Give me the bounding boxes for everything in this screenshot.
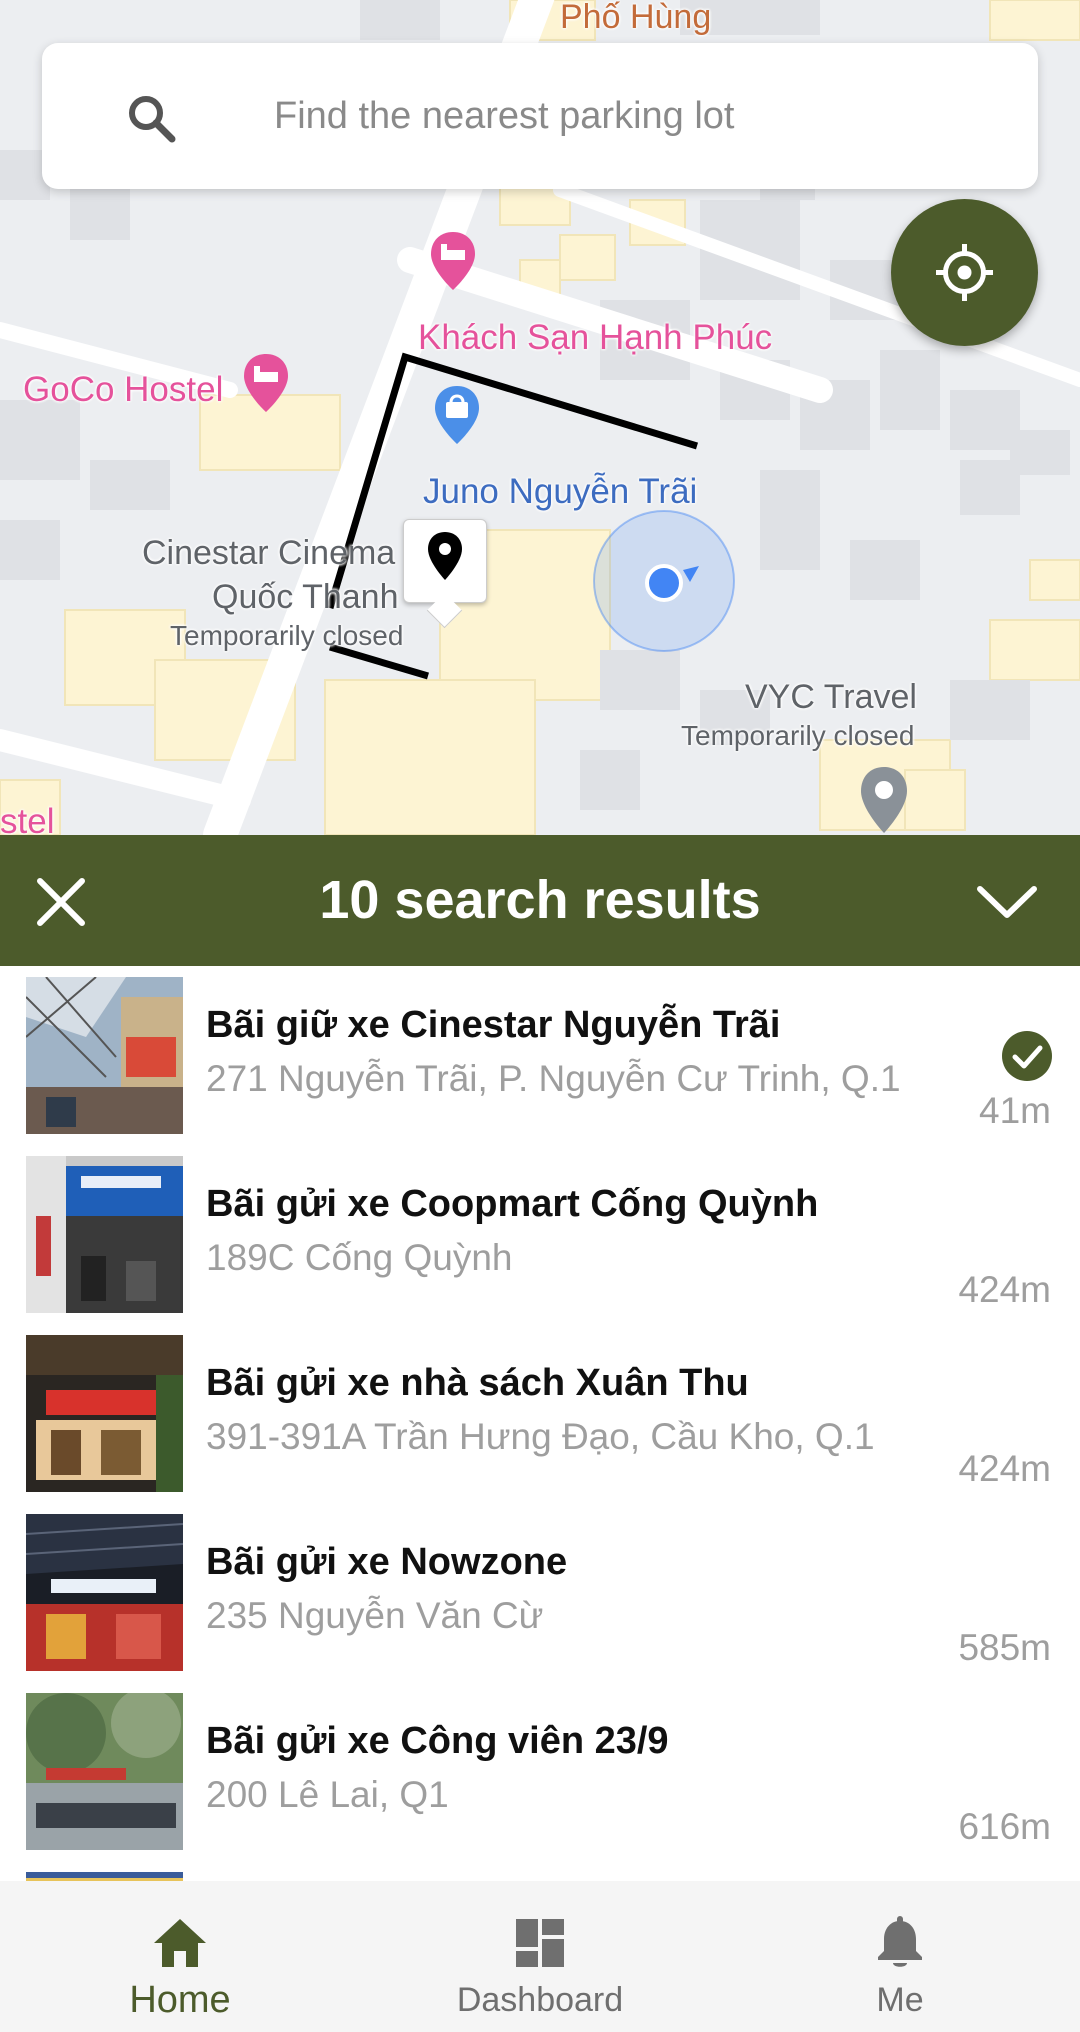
map-label-hotel[interactable]: Khách Sạn Hạnh Phúc — [418, 318, 772, 358]
nav-home-label: Home — [129, 1979, 231, 2021]
map-label-vyc-status: Temporarily closed — [681, 720, 915, 751]
list-item[interactable]: Bãi gửi xe Nowzone 235 Nguyễn Văn Cừ 585… — [0, 1503, 1080, 1682]
map-label-cinestar-line2[interactable]: Quốc Thanh — [212, 578, 399, 617]
parking-thumbnail — [26, 1872, 183, 1881]
parking-name: Bãi gửi xe Coopmart Cống Quỳnh — [206, 1183, 819, 1225]
parking-thumbnail — [26, 1335, 183, 1492]
hostel-pin-icon[interactable] — [241, 352, 291, 414]
list-item[interactable]: Bãi gửi xe Coopmart Cống Quỳnh 189C Cống… — [0, 1145, 1080, 1324]
parking-distance: 41m — [979, 1090, 1051, 1131]
travel-pin-icon[interactable] — [858, 765, 910, 835]
map-view[interactable]: Phố Hùng Khách Sạn Hạnh Phúc GoCo Hostel… — [0, 0, 1080, 835]
search-input[interactable] — [272, 83, 996, 149]
parking-name: Bãi gửi xe nhà sách Xuân Thu — [206, 1362, 749, 1404]
parking-distance: 585m — [958, 1627, 1051, 1668]
results-list[interactable]: Bãi giữ xe Cinestar Nguyễn Trãi 271 Nguy… — [0, 966, 1080, 1881]
parking-thumbnail — [26, 1693, 183, 1850]
search-icon[interactable] — [124, 91, 180, 147]
map-label-hostel-edge: stel — [0, 802, 55, 835]
parking-address: 200 Lê Lai, Q1 — [206, 1774, 449, 1815]
dashboard-icon — [516, 1919, 564, 1967]
nav-me[interactable]: Me — [720, 1881, 1080, 2032]
parking-name: Bãi gửi xe Công viên 23/9 — [206, 1720, 669, 1762]
map-label-juno[interactable]: Juno Nguyễn Trãi — [423, 472, 697, 512]
shopping-pin-icon[interactable] — [432, 384, 482, 446]
results-header: 10 search results — [0, 835, 1080, 966]
list-item[interactable] — [0, 1861, 1080, 1881]
nav-me-label: Me — [876, 1981, 924, 2019]
map-label-cinestar-line1[interactable]: Cinestar Cinema — [142, 534, 395, 573]
chevron-down-icon[interactable] — [972, 871, 1042, 933]
parking-distance: 424m — [958, 1269, 1051, 1310]
check-circle-icon — [1002, 1031, 1052, 1081]
close-icon[interactable] — [30, 871, 92, 933]
parking-thumbnail — [26, 977, 183, 1134]
results-title: 10 search results — [319, 870, 761, 930]
parking-thumbnail — [26, 1514, 183, 1671]
home-icon — [154, 1919, 206, 1967]
hotel-pin-icon[interactable] — [428, 230, 478, 292]
selected-parking-marker[interactable] — [403, 519, 487, 603]
map-label-cinestar-status: Temporarily closed — [170, 620, 404, 651]
parking-name: Bãi gửi xe Nowzone — [206, 1541, 568, 1583]
list-item[interactable]: Bãi gửi xe Công viên 23/9 200 Lê Lai, Q1… — [0, 1682, 1080, 1861]
location-pin-icon — [428, 532, 462, 580]
parking-thumbnail — [26, 1156, 183, 1313]
map-label-vyc-travel[interactable]: VYC Travel — [745, 678, 917, 717]
list-item[interactable]: Bãi gửi xe nhà sách Xuân Thu 391-391A Tr… — [0, 1324, 1080, 1503]
search-bar[interactable] — [42, 43, 1038, 189]
map-label-pho-hung: Phố Hùng — [560, 0, 712, 36]
my-location-button[interactable] — [891, 199, 1038, 346]
parking-distance: 424m — [958, 1448, 1051, 1489]
nav-home[interactable]: Home — [0, 1881, 360, 2032]
bottom-navigation: Home Dashboard Me — [0, 1881, 1080, 2032]
my-location-icon — [936, 244, 993, 301]
parking-address: 271 Nguyễn Trãi, P. Nguyễn Cư Trinh, Q.1 — [206, 1058, 901, 1099]
parking-distance: 616m — [958, 1806, 1051, 1847]
list-item[interactable]: Bãi giữ xe Cinestar Nguyễn Trãi 271 Nguy… — [0, 966, 1080, 1145]
bell-icon — [878, 1916, 922, 1967]
map-label-goco-hostel[interactable]: GoCo Hostel — [23, 370, 223, 410]
nav-dashboard-label: Dashboard — [456, 1981, 624, 2019]
nav-dashboard[interactable]: Dashboard — [360, 1881, 720, 2032]
parking-address: 235 Nguyễn Văn Cừ — [206, 1595, 544, 1636]
parking-address: 391-391A Trần Hưng Đạo, Cầu Kho, Q.1 — [206, 1416, 875, 1457]
parking-name: Bãi giữ xe Cinestar Nguyễn Trãi — [206, 1004, 781, 1046]
parking-address: 189C Cống Quỳnh — [206, 1237, 513, 1278]
